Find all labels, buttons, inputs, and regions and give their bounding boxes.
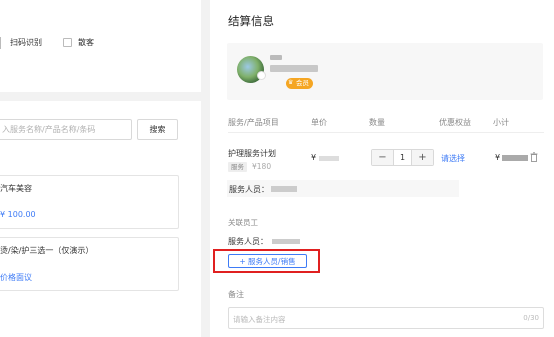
product-title: 烫/染/护三选一（仅演示） — [0, 246, 94, 255]
left-top-bar: 扫码识别 散客 — [0, 0, 201, 92]
search-box — [0, 119, 132, 140]
divider — [228, 132, 544, 133]
item-staff-row: 服务人员： — [227, 180, 459, 197]
walkin-checkbox[interactable] — [63, 38, 72, 47]
member-card[interactable]: ♛ 会员 — [227, 43, 543, 100]
search-button[interactable]: 搜索 — [137, 119, 178, 140]
remark-label: 备注 — [228, 290, 244, 299]
settlement-panel: 结算信息 ♛ 会员 服务/产品项目 单价 数量 优惠权益 小计 护理服务计划 服… — [210, 0, 554, 337]
quantity-value[interactable]: 1 — [393, 150, 412, 165]
divider — [0, 37, 1, 49]
subtotal: ¥ — [495, 153, 501, 162]
col-header-qty: 数量 — [369, 118, 385, 127]
staff-value — [271, 186, 297, 192]
trash-icon[interactable] — [530, 152, 538, 162]
unit-price: ¥ — [311, 153, 317, 162]
staff-label: 服务人员： — [229, 185, 269, 194]
unit-price-value — [319, 156, 339, 161]
decrement-button[interactable]: − — [372, 150, 393, 165]
product-price: ¥ 100.00 — [0, 210, 36, 219]
related-staff-label: 服务人员： — [228, 237, 268, 246]
member-badge: ♛ 会员 — [286, 78, 313, 89]
remark-input[interactable] — [233, 313, 503, 325]
col-header-discount: 优惠权益 — [439, 118, 471, 127]
col-header-item: 服务/产品项目 — [228, 118, 279, 127]
related-staff-title: 关联员工 — [228, 218, 258, 227]
quantity-stepper: − 1 + — [371, 149, 434, 166]
increment-button[interactable]: + — [412, 150, 433, 165]
item-original-price: ¥180 — [252, 162, 272, 171]
item-name: 护理服务计划 — [228, 149, 276, 158]
crown-icon: ♛ — [288, 79, 294, 86]
subtotal-value — [502, 155, 528, 161]
remark-box: 0/30 — [228, 307, 544, 329]
member-name — [270, 55, 282, 60]
product-card[interactable]: 烫/染/护三选一（仅演示） 价格面议 — [0, 237, 179, 291]
left-panel: 扫码识别 散客 搜索 汽车美容 ¥ 100.00 烫/染/护三选一（仅演示） 价… — [0, 0, 201, 337]
discount-select-link[interactable]: 请选择 — [441, 153, 465, 164]
remark-char-count: 0/30 — [523, 314, 539, 322]
walkin-label: 散客 — [78, 38, 94, 47]
avatar-badge-icon — [257, 71, 266, 80]
col-header-price: 单价 — [311, 118, 327, 127]
add-staff-button[interactable]: + 服务人员/销售 — [228, 254, 307, 268]
member-badge-label: 会员 — [296, 79, 309, 87]
scan-link[interactable]: 扫码识别 — [10, 37, 42, 48]
col-header-subtotal: 小计 — [493, 118, 509, 127]
related-staff-value — [272, 239, 300, 244]
product-price: 价格面议 — [0, 273, 32, 282]
page-title: 结算信息 — [228, 14, 274, 28]
product-card[interactable]: 汽车美容 ¥ 100.00 — [0, 175, 179, 229]
item-type-badge: 服务 — [228, 162, 247, 172]
member-phone — [270, 65, 318, 72]
product-title: 汽车美容 — [0, 184, 32, 193]
search-input[interactable] — [0, 120, 131, 139]
